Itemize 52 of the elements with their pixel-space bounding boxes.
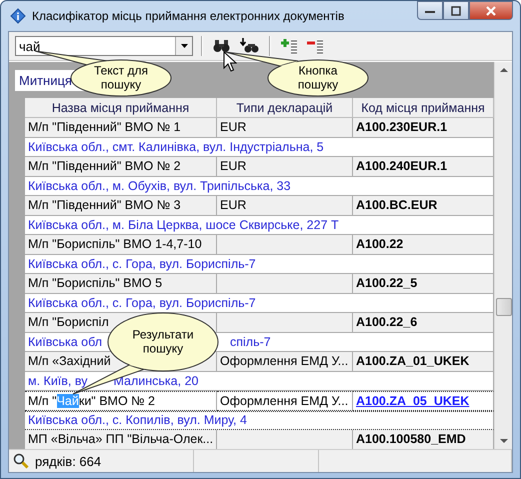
dropdown-arrow-icon	[180, 44, 188, 48]
table-cell: М/п "Південний" ВМО № 2	[25, 157, 217, 176]
callout-text: Текст для пошуку	[92, 64, 150, 92]
scroll-down-icon[interactable]	[500, 439, 508, 443]
table-cell: Оформлення ЕМД У...	[217, 391, 353, 410]
table-cell: МП «Вільча» ПП "Вільча-Олек...	[25, 430, 217, 449]
info-icon	[10, 8, 26, 24]
address-text: Київська обл., с. Гора, вул. Бориспіль-7	[28, 296, 256, 310]
table-cell: A100.22	[353, 235, 494, 254]
table-cell: A100.ZA_01_UKEK	[353, 352, 494, 372]
scroll-thumb[interactable]	[496, 298, 512, 316]
close-icon	[485, 6, 497, 16]
address-text: Київська обл., м. Біла Церква, шосе Сквирське, 227 Т	[28, 218, 339, 232]
vertical-scrollbar[interactable]	[494, 62, 512, 449]
callout-text: Кнопка пошуку	[296, 64, 340, 92]
table-cell[interactable]: A100.ZA_05_UKEK	[353, 391, 494, 410]
table-cell: М/п "Бориспіль" ВМО 5	[25, 274, 217, 294]
address-text: Київська обл., м. Обухів, вул. Трипільська, 33	[28, 178, 291, 193]
table-cell: EUR	[217, 118, 353, 138]
table-cell: М/п "Південний" ВМО № 1	[25, 118, 217, 138]
minimize-button[interactable]	[417, 1, 443, 20]
window-title: Класифікатор місць приймання електронних документів	[32, 9, 344, 23]
address-text: м. Київ, ву	[28, 374, 88, 388]
address-text: Київська обл., смт. Калинівка, вул. Індустріальна, 5	[28, 140, 324, 154]
search-icon	[13, 453, 29, 469]
table-cell: Оформлення ЕМД У...	[217, 352, 353, 372]
address-text: спіль-7	[230, 334, 271, 349]
table-cell: A100.22_6	[353, 313, 494, 332]
table-cell: М/п "Чайки" ВМО № 2	[25, 391, 217, 410]
address-text: Київська обл	[28, 334, 102, 349]
address-text: Київська обл., с. Копилів, вул. Миру, 4	[28, 413, 247, 428]
scroll-up-icon[interactable]	[500, 68, 508, 72]
table-cell: A100.230EUR.1	[353, 118, 494, 138]
close-button[interactable]	[469, 1, 513, 20]
address-text: Київська обл., с. Гора, вул. Бориспіль-7	[28, 256, 256, 271]
address-text: Малинська, 20	[113, 374, 198, 388]
table-cell: A100.BC.EUR	[353, 196, 494, 216]
maximize-button[interactable]	[443, 1, 469, 20]
find-next-button[interactable]	[237, 38, 261, 54]
table-cell: EUR	[217, 196, 353, 216]
search-combobox[interactable]: чай	[15, 36, 193, 56]
table-cell: A100.22_5	[353, 274, 494, 294]
column-header[interactable]: Типи декларацій	[217, 98, 353, 118]
column-header[interactable]: Назва місця приймання	[25, 98, 217, 118]
table-cell: A100.240EUR.1	[353, 157, 494, 176]
table-cell: М/п "Південний" ВМО № 3	[25, 196, 217, 216]
column-header[interactable]: Код місця приймання	[353, 98, 494, 118]
table-cell: A100.100580_EMD	[353, 430, 494, 449]
row-count: рядків: 664	[35, 454, 102, 468]
maximize-icon	[450, 6, 462, 16]
table-cell: EUR	[217, 157, 353, 176]
table-cell: М/п "Бориспіль" ВМО 1-4,7-10	[25, 235, 217, 254]
